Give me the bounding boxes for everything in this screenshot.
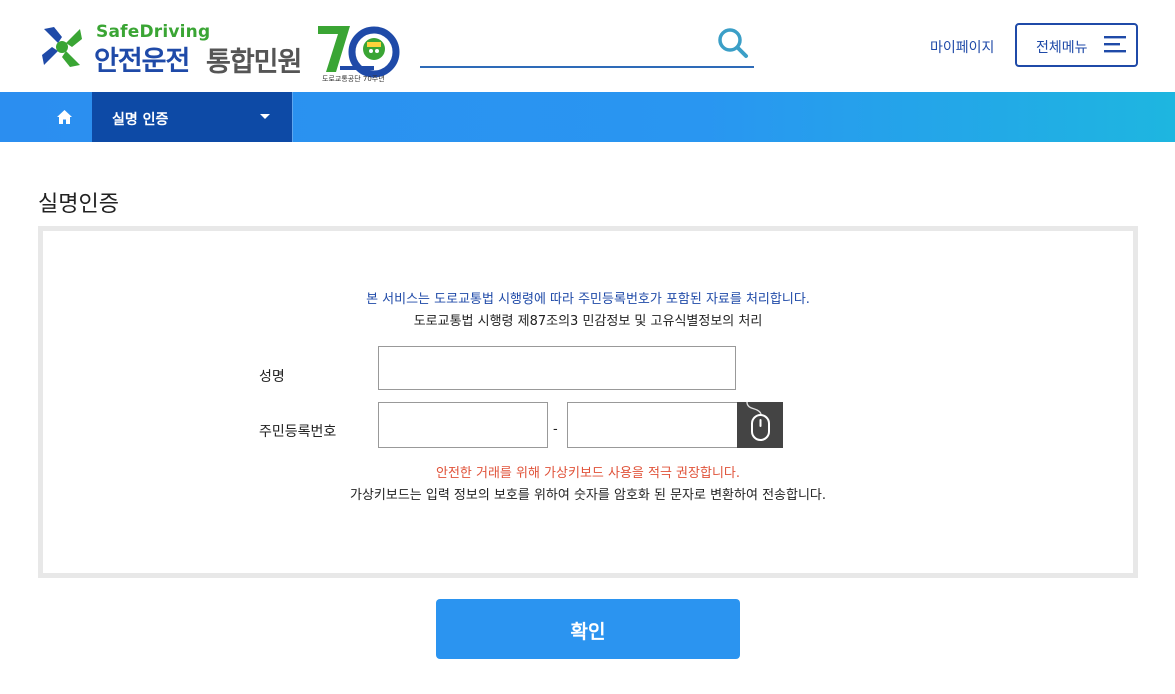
chevron-down-icon [260,114,270,119]
site-header: SafeDriving 안전운전 통합민원 도로교통공단 70주년 마이페이지 … [0,0,1175,92]
page-title: 실명인증 [38,192,119,217]
rrn-front-input[interactable] [378,402,548,448]
search-icon[interactable] [716,26,750,60]
all-menu-button[interactable]: 전체메뉴 [1015,23,1138,67]
rrn-back-input[interactable] [567,402,738,448]
site-logo[interactable]: SafeDriving 안전운전 통합민원 도로교통공단 70주년 [38,22,400,88]
anniversary-caption: 도로교통공단 70주년 [322,75,385,83]
breadcrumb-current-dropdown[interactable]: 실명 인증 [92,92,293,142]
logo-text-main: 안전운전 [94,46,190,77]
mypage-link[interactable]: 마이페이지 [930,37,994,57]
name-label: 성명 [259,369,285,385]
virtual-keyboard-button[interactable] [737,402,783,448]
rrn-label: 주민등록번호 [259,424,337,440]
search-bar[interactable] [420,22,754,68]
mouse-icon [746,402,770,441]
home-icon [57,110,72,124]
notice-primary: 본 서비스는 도로교통법 시행령에 따라 주민등록번호가 포함된 자료를 처리합… [366,292,810,307]
virtual-keyboard-warning: 안전한 거래를 위해 가상키보드 사용을 적극 권장합니다. [435,466,740,481]
logo-cross-icon [42,27,82,67]
virtual-keyboard-description: 가상키보드는 입력 정보의 보호를 위하여 숫자를 암호화 된 문자로 변환하여… [349,488,827,503]
notice-secondary: 도로교통법 시행령 제87조의3 민감정보 및 고유식별정보의 처리 [413,314,763,329]
name-input[interactable] [378,346,736,390]
verification-form: 본 서비스는 도로교통법 시행령에 따라 주민등록번호가 포함된 자료를 처리합… [38,226,1138,578]
rrn-separator: - [553,422,558,437]
anniversary-70-emblem [318,26,400,78]
all-menu-label: 전체메뉴 [1036,40,1088,56]
hamburger-icon [1104,36,1126,53]
breadcrumb-nav: 실명 인증 [0,92,1175,142]
confirm-button[interactable]: 확인 [436,599,740,659]
logo-text-sub: 통합민원 [206,47,302,78]
confirm-label: 확인 [570,622,606,643]
breadcrumb-current-label: 실명 인증 [112,112,169,128]
home-button[interactable] [38,92,91,142]
